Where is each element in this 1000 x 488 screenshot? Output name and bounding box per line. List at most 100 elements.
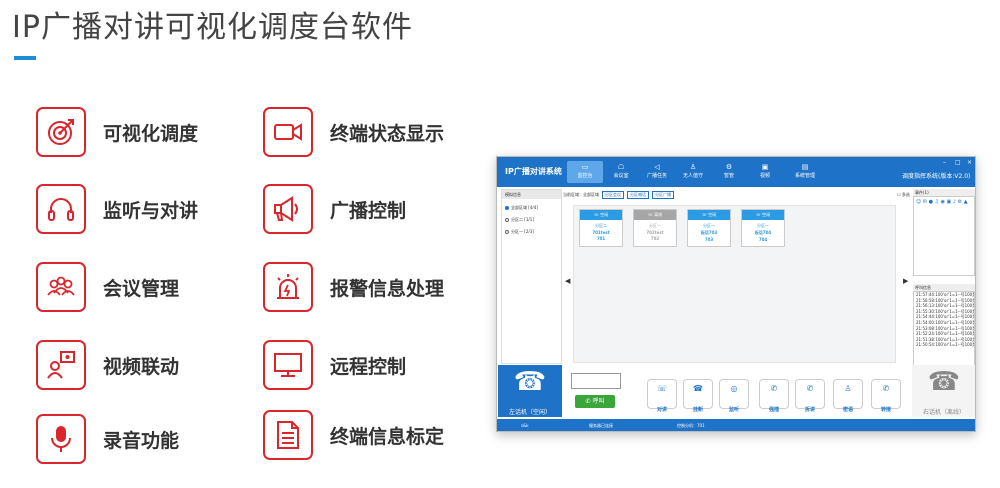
- tab-label: 视频: [759, 173, 770, 179]
- terminal-status: ☏ 空闲: [742, 210, 784, 220]
- microphone-icon: [36, 414, 86, 464]
- terminal-card[interactable]: ☏ 空闲 分区一 板话703 703: [687, 209, 731, 247]
- current-area-label: 当前区域：全部区域: [563, 192, 599, 197]
- action-label: 监听: [728, 407, 739, 413]
- feature-label: 监听与对讲: [103, 199, 199, 222]
- title-underline: [14, 56, 36, 60]
- terminal-number: 701: [596, 236, 606, 241]
- tab-video[interactable]: ▣ 视频: [747, 161, 783, 183]
- area-label: 全部区域 [4/4]: [511, 205, 538, 210]
- status-bar: s&k 服务器已连接 控制分机：701: [497, 419, 975, 431]
- area-toolbar: 当前区域：全部区域 分区会议 分区喊话 分区广播: [563, 189, 893, 201]
- tab-pause[interactable]: ⚙ 暂管: [711, 161, 747, 183]
- meeting-icon: [36, 262, 86, 312]
- terminal-name: 702test: [646, 230, 664, 235]
- tab-broadcast[interactable]: ◁ 广播任务: [639, 161, 675, 183]
- maximize-icon[interactable]: □: [955, 159, 961, 166]
- tab-unattended[interactable]: ♙ 无人值守: [675, 161, 711, 183]
- terminal-number: 702: [650, 236, 660, 241]
- next-page-icon[interactable]: ▶: [903, 277, 908, 285]
- feature-label: 录音功能: [103, 429, 180, 452]
- area-item[interactable]: 分区一 [2/3]: [505, 229, 561, 235]
- action-label: 强插: [768, 407, 779, 413]
- action-button-0[interactable]: ☏ 对讲: [647, 379, 677, 413]
- right-phone[interactable]: ☎ 右话机（离线）: [912, 365, 975, 417]
- feature-item: 报警信息处理: [263, 262, 444, 312]
- handset-icon: ☏: [656, 384, 667, 393]
- controller-label: 控制分机：701: [677, 423, 705, 428]
- log-entry: 21:54:00:100'or'1=1--号100是: [916, 319, 974, 325]
- left-phone[interactable]: ☎ 左话机（空闲）: [498, 365, 562, 417]
- feature-label: 报警信息处理: [330, 277, 445, 300]
- tab-label: 监控台: [577, 173, 593, 179]
- action-label: 密语: [842, 407, 853, 413]
- terminal-number: 704: [758, 237, 768, 242]
- radio-icon: [505, 206, 509, 210]
- headset-icon: [36, 184, 86, 234]
- feature-item: 终端状态显示: [263, 107, 444, 157]
- phone-force-icon: ✆: [770, 384, 778, 393]
- tab-label: 会议室: [613, 173, 629, 179]
- terminal-name: 板话703: [700, 230, 718, 235]
- action-button-6[interactable]: ✆ 转接: [871, 379, 901, 413]
- feature-label: 会议管理: [103, 277, 180, 300]
- action-button-1[interactable]: ☎ 挂断: [683, 379, 713, 413]
- alarm-light-icon: [263, 262, 313, 312]
- document-icon: [263, 410, 313, 460]
- tab-system[interactable]: ▤ 系统管理: [787, 161, 823, 183]
- feature-item: 会议管理: [36, 262, 179, 312]
- terminal-card[interactable]: ☏ 空闲 分区一 板话704 704: [741, 209, 785, 247]
- action-button-4[interactable]: ✆ 拆讲: [795, 379, 825, 413]
- call-log: 21:57:44:100'or'1=1--号100是 21:56:58:100'o…: [913, 291, 975, 367]
- monitor-icon: [263, 340, 313, 390]
- minimize-icon[interactable]: –: [943, 159, 946, 166]
- tab-meeting[interactable]: ☖ 会议室: [603, 161, 639, 183]
- tab-label: 广播任务: [646, 173, 667, 179]
- log-entry: 21:57:44:100'or'1=1--号100是: [916, 292, 974, 297]
- monitor-icon: ▭: [581, 163, 589, 171]
- phone-split-icon: ✆: [806, 384, 814, 393]
- action-label: 挂断: [692, 407, 703, 413]
- action-button-3[interactable]: ✆ 强插: [759, 379, 789, 413]
- call-button[interactable]: ✆ 呼叫: [575, 395, 615, 408]
- feature-item: 监听与对讲: [36, 184, 198, 234]
- zone-broadcast-button[interactable]: 分区广播: [652, 191, 674, 199]
- terminal-area: 分区一: [649, 223, 661, 228]
- tab-label: 暂管: [723, 173, 734, 179]
- action-button-5[interactable]: ♙ 密语: [833, 379, 863, 413]
- left-phone-label: 左话机（空闲）: [508, 409, 551, 416]
- multi-select-checkbox[interactable]: ☐ 多选: [897, 192, 910, 198]
- right-panel: 事件(1) ☺ ✉ ● ♫ ◉ ▣ ♪ ⚙ ▲ 呼叫信息 21:57:44:10…: [913, 187, 975, 367]
- user-label: s&k: [521, 423, 529, 428]
- terminal-name: 板话704: [754, 230, 772, 235]
- feature-item: 录音功能: [36, 414, 179, 464]
- zone-meeting-button[interactable]: 分区会议: [602, 191, 624, 199]
- action-label: 拆讲: [804, 407, 815, 413]
- headset-icon: ◎: [730, 384, 738, 393]
- dial-input[interactable]: [571, 373, 621, 389]
- area-tree-header: 模拟信息: [502, 190, 561, 199]
- computer-icon: ▤: [801, 163, 809, 171]
- area-item[interactable]: 分区二 [1/1]: [505, 217, 561, 223]
- video-link-icon: [36, 340, 86, 390]
- area-item[interactable]: 全部区域 [4/4]: [505, 205, 561, 211]
- terminal-number: 703: [704, 237, 714, 242]
- call-button-label: 呼叫: [592, 398, 605, 405]
- terminal-card[interactable]: ☏ 离线 分区一 702test 702: [633, 209, 677, 247]
- close-icon[interactable]: ×: [967, 159, 972, 166]
- megaphone-icon: [263, 184, 313, 234]
- camera-icon: [263, 107, 313, 157]
- log-entry: 21:56:13:100'or'1=1--号100是: [916, 303, 974, 309]
- desk-phone-icon: ☎: [927, 367, 961, 397]
- emoji-toolbar[interactable]: ☺ ✉ ● ♫ ◉ ▣ ♪ ⚙ ▲: [914, 197, 974, 207]
- action-label: 对讲: [656, 407, 667, 413]
- app-title: IP广播对讲系统: [505, 167, 562, 176]
- terminal-card[interactable]: ☏ 空闲 分区二 701test 701: [579, 209, 623, 247]
- radio-icon: [505, 218, 509, 222]
- tab-monitor[interactable]: ▭ 监控台: [567, 161, 603, 183]
- prev-page-icon[interactable]: ◀: [565, 277, 570, 285]
- zone-shout-button[interactable]: 分区喊话: [627, 191, 649, 199]
- action-button-2[interactable]: ◎ 监听: [719, 379, 749, 413]
- broadcast-icon: ◁: [654, 163, 660, 171]
- area-label: 分区一 [2/3]: [511, 229, 534, 234]
